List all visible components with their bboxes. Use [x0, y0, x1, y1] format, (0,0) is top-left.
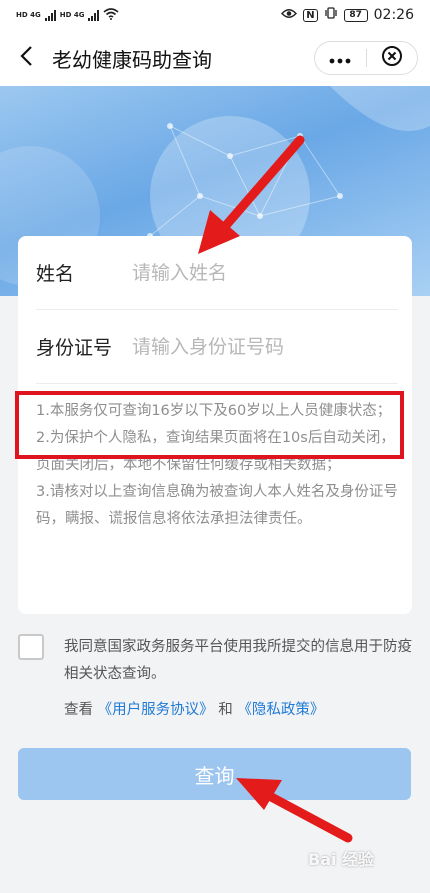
status-left: HD 4G HD 4G	[16, 7, 119, 23]
battery-icon: 87	[343, 8, 368, 22]
name-row: 姓名	[36, 236, 398, 310]
view-prefix: 查看	[64, 702, 93, 718]
name-label: 姓名	[36, 263, 75, 285]
consent-text: 我同意国家政务服务平台使用我所提交的信息用于防疫相关状态查询。	[64, 639, 412, 682]
query-button[interactable]: 查询	[18, 748, 411, 800]
and-text: 和	[218, 702, 233, 718]
more-dots-icon	[329, 49, 351, 68]
id-row: 身份证号	[36, 310, 398, 384]
privacy-policy-link[interactable]: 《隐私政策》	[237, 702, 324, 718]
page-header: 老幼健康码助查询	[0, 30, 430, 86]
status-bar: HD 4G HD 4G N 87 02:26	[0, 0, 430, 30]
id-number-input[interactable]	[132, 335, 382, 358]
id-label: 身份证号	[36, 337, 113, 359]
back-button[interactable]	[0, 30, 52, 86]
name-input[interactable]	[132, 261, 382, 284]
user-agreement-link[interactable]: 《用户服务协议》	[98, 702, 214, 718]
close-circle-icon	[381, 45, 403, 71]
wifi-icon	[103, 7, 119, 23]
annotation-highlight-box	[15, 391, 404, 459]
more-button[interactable]	[315, 42, 366, 74]
mini-program-capsule	[314, 41, 418, 75]
vibrate-icon	[324, 7, 338, 23]
eye-icon	[281, 8, 298, 23]
close-button[interactable]	[367, 42, 418, 74]
clock: 02:26	[373, 7, 414, 23]
sim2-indicator: HD 4G	[59, 10, 85, 19]
page-title: 老幼健康码助查询	[52, 47, 212, 72]
sim1-indicator: HD 4G	[16, 10, 41, 19]
status-right: N 87 02:26	[281, 7, 414, 23]
chevron-left-icon	[19, 45, 33, 71]
notice-item: 3.请核对以上查询信息确为被查询人本人姓名及身份证号码，瞒报、谎报信息将依法承担…	[36, 484, 398, 527]
watermark: Bai 经验	[308, 850, 375, 869]
agreement-links: 查看 《用户服务协议》 和 《隐私政策》	[64, 698, 324, 719]
signal-icon	[44, 9, 56, 21]
signal-icon-2	[88, 9, 100, 21]
nfc-icon: N	[303, 8, 318, 22]
consent-checkbox[interactable]	[18, 634, 44, 660]
